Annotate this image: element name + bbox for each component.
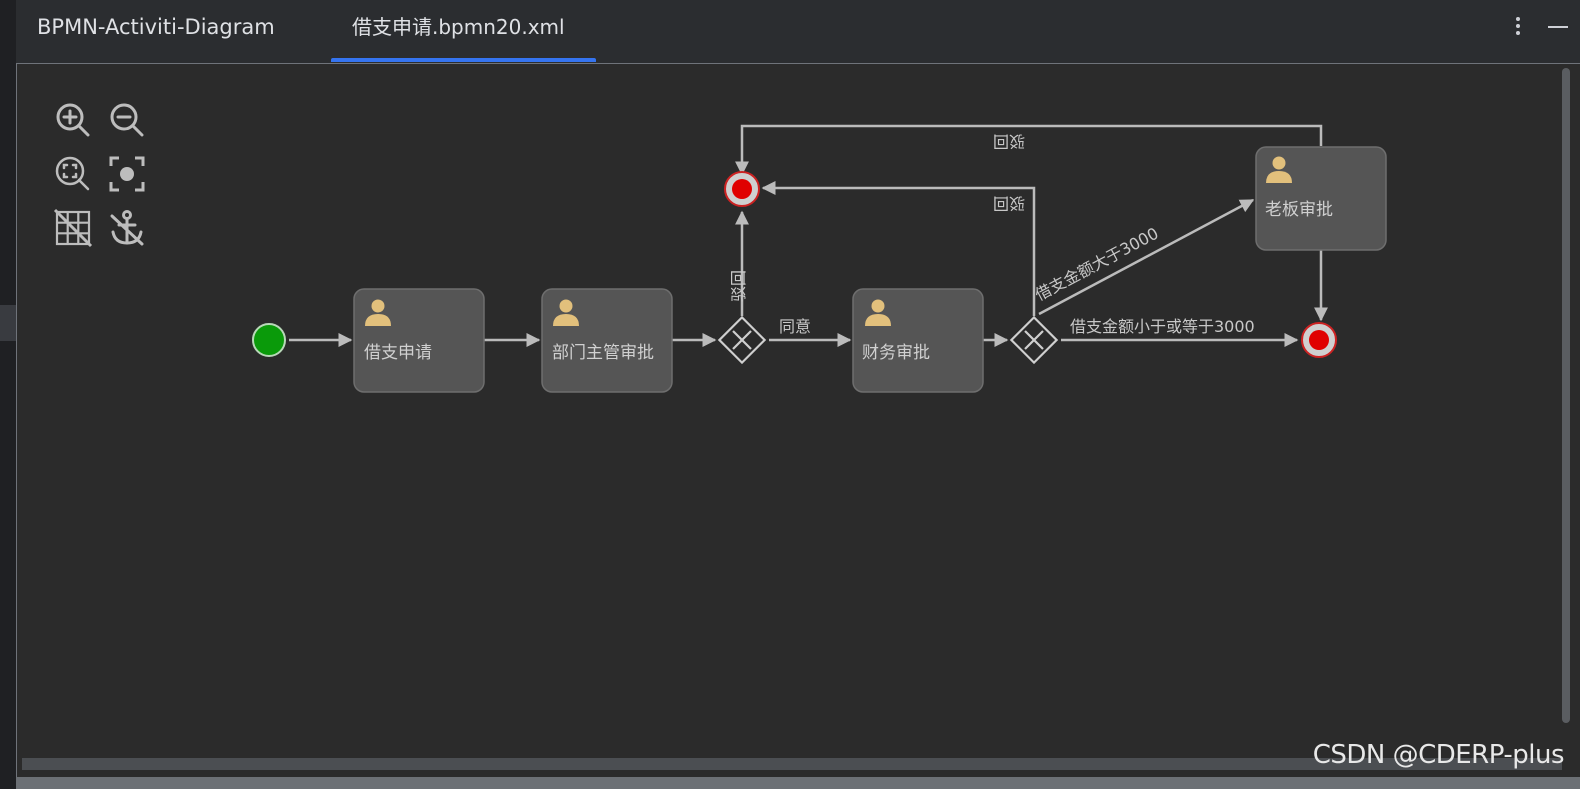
end-event-approve[interactable] xyxy=(1301,322,1337,358)
task-apply[interactable]: 借支申请 xyxy=(353,288,485,393)
left-edge-marker xyxy=(0,305,16,341)
flow-label-reject-boss: 驳回 xyxy=(993,132,1025,151)
active-tab-indicator xyxy=(331,58,596,62)
tab-bpmn-file[interactable]: 借支申请.bpmn20.xml xyxy=(331,0,596,62)
zoom-out-icon[interactable] xyxy=(107,100,147,140)
exclusive-gateway-2[interactable] xyxy=(1009,315,1059,365)
task-label-apply: 借支申请 xyxy=(364,343,432,363)
zoom-to-fit-icon[interactable] xyxy=(53,154,93,194)
center-focus-icon[interactable] xyxy=(107,154,147,194)
flow-label-agree: 同意 xyxy=(779,317,811,336)
task-finance[interactable]: 财务审批 xyxy=(852,288,984,393)
watermark: CSDN @CDERP-plus xyxy=(1312,740,1565,770)
more-options-icon[interactable] xyxy=(1506,12,1530,42)
flow-label-reject-finance: 驳回 xyxy=(993,194,1025,213)
bottom-border xyxy=(16,777,1580,789)
zoom-in-icon[interactable] xyxy=(53,100,93,140)
tool-window-title: BPMN-Activiti-Diagram xyxy=(37,15,275,39)
left-edge-strip xyxy=(0,0,16,789)
task-boss[interactable]: 老板审批 xyxy=(1255,146,1387,251)
minimize-icon[interactable] xyxy=(1544,12,1574,42)
vertical-scrollbar[interactable] xyxy=(1562,68,1570,723)
task-label-dept-manager: 部门主管审批 xyxy=(552,343,654,363)
flow-label-gt-3000: 借支金额大于3000 xyxy=(1032,224,1162,305)
task-label-finance: 财务审批 xyxy=(862,343,930,363)
exclusive-gateway-1[interactable] xyxy=(717,315,767,365)
diagram-canvas[interactable]: 借支申请 部门主管审批 财务审批 老板审批 同意 借支金额小于或等于3000 借… xyxy=(16,63,1580,787)
tab-label: 借支申请.bpmn20.xml xyxy=(352,15,565,39)
flow-boss-reject[interactable] xyxy=(735,124,1323,176)
task-dept-manager[interactable]: 部门主管审批 xyxy=(541,288,673,393)
start-event[interactable] xyxy=(252,323,286,357)
flow-gateway2-to-boss[interactable] xyxy=(1038,198,1255,316)
anchor-icon[interactable] xyxy=(107,208,147,248)
tool-window-header: BPMN-Activiti-Diagram 借支申请.bpmn20.xml xyxy=(16,0,1580,62)
flow-label-reject-manager: 驳回 xyxy=(729,270,748,302)
end-event-reject[interactable] xyxy=(724,171,760,207)
flow-label-le-3000: 借支金额小于或等于3000 xyxy=(1070,317,1255,336)
grid-toggle-icon[interactable] xyxy=(53,208,93,248)
task-label-boss: 老板审批 xyxy=(1265,200,1333,220)
